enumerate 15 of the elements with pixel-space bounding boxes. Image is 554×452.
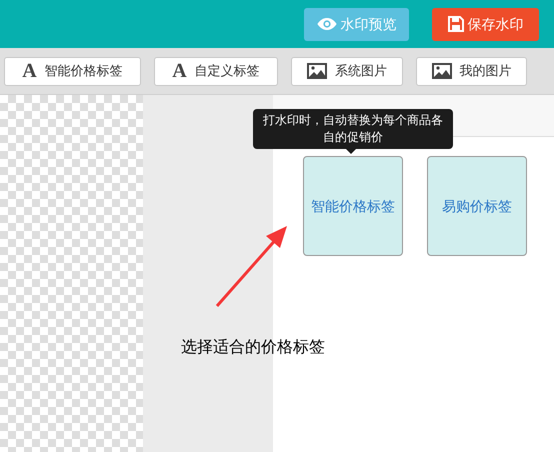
eye-icon [316, 17, 336, 31]
toolbar-button[interactable]: 我的图片 [416, 56, 527, 86]
toolbar-button[interactable]: A 智能价格标签 [4, 56, 141, 86]
annotation-text: 选择适合的价格标签 [181, 338, 325, 358]
letter-icon: A [172, 61, 187, 81]
price-tag-card[interactable]: 易购价标签 [427, 156, 527, 256]
tooltip: 打水印时，自动替换为每个商品各自的促销价 [253, 109, 453, 149]
toolbar-button[interactable]: A 自定义标签 [154, 56, 278, 86]
save-button[interactable]: 保存水印 [432, 8, 539, 40]
image-icon [432, 63, 452, 79]
toolbar-button[interactable]: 系统图片 [291, 56, 403, 86]
letter-icon: A [22, 61, 37, 81]
image-icon [307, 63, 327, 79]
arrow-icon [216, 226, 287, 307]
price-tag-card[interactable]: 智能价格标签 [303, 156, 403, 256]
